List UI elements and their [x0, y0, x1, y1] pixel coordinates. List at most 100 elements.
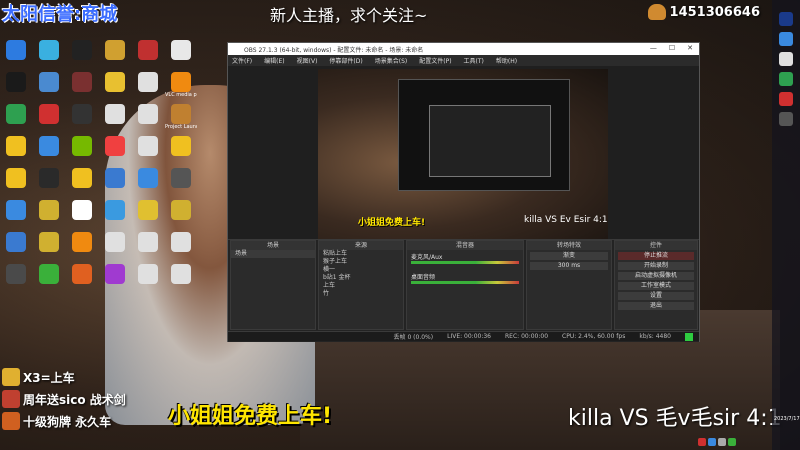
close-icon[interactable]: ✕	[687, 44, 693, 52]
control-button[interactable]: 退出	[618, 302, 694, 310]
room-id-badge: 1451306646	[647, 4, 760, 20]
obs-window[interactable]: OBS 27.1.3 (64-bit, windows) - 配置文件: 未命名…	[227, 42, 700, 342]
chat-icon[interactable]	[779, 72, 793, 86]
desktop-icon[interactable]	[0, 232, 32, 264]
desktop-icon[interactable]	[132, 40, 164, 72]
control-button[interactable]: 启动虚拟摄像机	[618, 272, 694, 280]
transition-type-select[interactable]: 渐变	[530, 252, 608, 260]
desktop-icon[interactable]	[99, 264, 131, 296]
source-item[interactable]: 横一	[319, 266, 403, 274]
desktop-icon[interactable]	[165, 136, 197, 168]
desktop-icon[interactable]	[165, 40, 197, 72]
desktop-icon[interactable]	[66, 40, 98, 72]
scenes-dock[interactable]: 场景 场景	[230, 240, 316, 330]
control-button[interactable]: 工作室模式	[618, 282, 694, 290]
desktop-icon[interactable]	[132, 72, 164, 104]
control-button[interactable]: 设置	[618, 292, 694, 300]
desktop-icon[interactable]	[33, 264, 65, 296]
tray-sogou-icon[interactable]	[698, 438, 706, 446]
obs-taskbar-icon[interactable]	[779, 112, 793, 126]
app-icon	[6, 72, 26, 92]
desktop-icon[interactable]	[33, 40, 65, 72]
status-item: LIVE: 00:00:36	[447, 333, 491, 340]
desktop-icon[interactable]	[99, 168, 131, 200]
menu-item[interactable]: 文件(F)	[232, 56, 252, 65]
desktop-icon[interactable]	[165, 168, 197, 200]
menu-item[interactable]: 帮助(H)	[496, 56, 517, 65]
transitions-dock[interactable]: 转场特效 渐变 300 ms	[526, 240, 612, 330]
mixer-row-desktop[interactable]: 桌面音频	[411, 272, 519, 290]
desktop-icon[interactable]	[99, 136, 131, 168]
desktop-icon[interactable]	[33, 168, 65, 200]
desktop-icon[interactable]	[132, 168, 164, 200]
mixer-dock[interactable]: 混音器 麦克风/Aux 桌面音频	[406, 240, 524, 330]
tray-volume-icon[interactable]	[718, 438, 726, 446]
desktop-icon[interactable]	[99, 232, 131, 264]
desktop-icon[interactable]	[0, 200, 32, 232]
desktop-icon[interactable]	[66, 104, 98, 136]
menu-item[interactable]: 场景集合(S)	[375, 56, 408, 65]
menu-item[interactable]: 工具(T)	[464, 56, 484, 65]
transition-duration-field[interactable]: 300 ms	[530, 262, 608, 270]
desktop-icon[interactable]	[132, 200, 164, 232]
menu-item[interactable]: 配置文件(P)	[419, 56, 451, 65]
desktop-icon[interactable]	[66, 72, 98, 104]
start-icon[interactable]	[779, 12, 793, 26]
desktop-icon[interactable]	[165, 264, 197, 296]
tray-mic-icon[interactable]	[708, 438, 716, 446]
desktop-icon[interactable]	[99, 72, 131, 104]
desktop-icon[interactable]	[33, 72, 65, 104]
app-icon	[39, 40, 59, 60]
minimize-icon[interactable]: —	[650, 44, 657, 52]
desktop-icon[interactable]	[66, 168, 98, 200]
room-id-text: 1451306646	[669, 4, 760, 20]
desktop-icon[interactable]	[33, 136, 65, 168]
desktop-icon[interactable]	[0, 136, 32, 168]
desktop-icon[interactable]	[33, 104, 65, 136]
maximize-icon[interactable]: ☐	[669, 44, 675, 52]
sources-dock[interactable]: 来源 粘贴上车 猴子上车 横一 b站1 金杯 上车竹	[318, 240, 404, 330]
desktop-icon[interactable]	[33, 232, 65, 264]
desktop-icon[interactable]	[66, 232, 98, 264]
desktop-icon[interactable]	[33, 200, 65, 232]
mixer-row-mic[interactable]: 麦克风/Aux	[411, 252, 519, 270]
obs-preview[interactable]: 小姐姐免费上车! killa VS Ev Esir 4:1	[318, 69, 608, 239]
menu-item[interactable]: 编辑(E)	[264, 56, 284, 65]
desktop-icon[interactable]	[66, 136, 98, 168]
desktop-icon[interactable]	[99, 200, 131, 232]
desktop-icon[interactable]	[165, 232, 197, 264]
control-button[interactable]: 开始录制	[618, 262, 694, 270]
desktop-icon[interactable]	[0, 72, 32, 104]
file-explorer-icon[interactable]	[779, 52, 793, 66]
desktop-icon[interactable]	[66, 200, 98, 232]
source-item[interactable]: 竹	[319, 290, 403, 298]
desktop-icon[interactable]: Project Launcher	[165, 104, 197, 136]
desktop-icon[interactable]	[0, 40, 32, 72]
controls-dock[interactable]: 控件 停止推流 开始录制 启动虚拟摄像机 工作室模式 设置 退出	[614, 240, 698, 330]
desktop-icon[interactable]	[99, 104, 131, 136]
desktop-icon[interactable]	[132, 104, 164, 136]
desktop-icon[interactable]: VLC media player	[165, 72, 197, 104]
browser-icon[interactable]	[779, 32, 793, 46]
desktop-icon[interactable]	[0, 104, 32, 136]
control-button[interactable]: 停止推流	[618, 252, 694, 260]
source-item[interactable]: 猴子上车	[319, 258, 403, 266]
source-item[interactable]: 上车	[319, 282, 403, 290]
menu-item[interactable]: 停靠部件(D)	[329, 56, 362, 65]
source-item[interactable]: 粘贴上车	[319, 250, 403, 258]
desktop-icon[interactable]	[0, 264, 32, 296]
desktop-icon[interactable]	[132, 136, 164, 168]
desktop-icon[interactable]	[132, 232, 164, 264]
menu-item[interactable]: 视图(V)	[297, 56, 318, 65]
scene-item[interactable]: 场景	[231, 250, 315, 258]
preview-nested-window	[398, 79, 570, 191]
desktop-icon[interactable]	[66, 264, 98, 296]
source-item[interactable]: b站1 金杯	[319, 274, 403, 282]
desktop-icon[interactable]	[99, 40, 131, 72]
desktop-icon[interactable]	[0, 168, 32, 200]
app-icon[interactable]	[779, 92, 793, 106]
desktop-icon[interactable]	[165, 200, 197, 232]
desktop-icon[interactable]	[132, 264, 164, 296]
tray-wechat-icon[interactable]	[728, 438, 736, 446]
obs-title-bar[interactable]: OBS 27.1.3 (64-bit, windows) - 配置文件: 未命名…	[228, 43, 699, 55]
